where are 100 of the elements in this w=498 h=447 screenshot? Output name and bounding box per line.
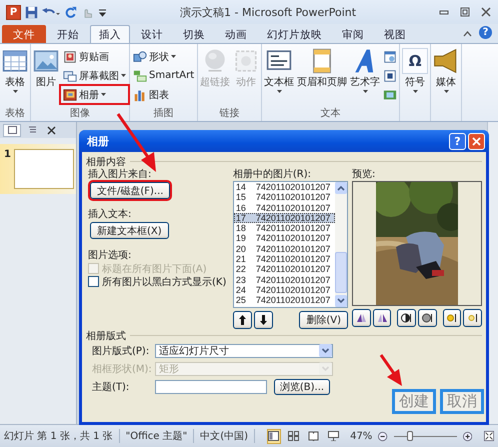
theme-name: "Office 主题"	[126, 430, 188, 443]
sun-icon	[467, 313, 478, 323]
reading-view-button[interactable]	[306, 428, 320, 444]
ribbon-button[interactable]: 图片	[32, 46, 60, 106]
ribbon-button[interactable]: 媒体	[432, 46, 460, 121]
group-label: 表格	[4, 106, 26, 121]
field-label: 图片选项:	[88, 249, 132, 262]
slide-thumbnail-row[interactable]: 1	[0, 144, 76, 194]
annotation-arrow	[380, 354, 402, 386]
list-label: 相册中的图片(R):	[232, 168, 312, 181]
app-logo[interactable]: P	[6, 4, 21, 20]
file-tab[interactable]: 文件	[2, 25, 46, 43]
picture-list-item[interactable]: 20 742011020101207	[234, 244, 335, 254]
ribbon-tab[interactable]: 切换	[174, 25, 214, 43]
collapse-ribbon-icon[interactable]	[463, 30, 472, 37]
file-disk-button[interactable]: 文件/磁盘(F)...	[90, 182, 170, 199]
picture-list-item[interactable]: 24 742011020101207	[234, 284, 335, 296]
ribbon-tab[interactable]: 插入	[90, 25, 130, 43]
close-icon[interactable]	[480, 6, 492, 18]
bar-chart-icon	[133, 88, 147, 102]
less-brightness-button[interactable]	[463, 309, 482, 327]
zoom-level[interactable]: 47%	[350, 430, 372, 442]
checkbox[interactable]	[88, 276, 99, 287]
more-brightness-button[interactable]	[442, 309, 462, 327]
picture-list-item[interactable]: 16 742011020101207	[234, 202, 335, 213]
scroll-up-icon[interactable]	[335, 182, 347, 194]
ribbon-button[interactable]: 艺术字	[349, 46, 382, 106]
omega-icon: Ω	[402, 48, 428, 74]
delete-button[interactable]: 删除(V)	[299, 311, 348, 329]
preview-label: 预览:	[352, 168, 376, 181]
picture-list-item[interactable]: 15 742011020101207	[234, 192, 335, 203]
move-down-button[interactable]	[254, 311, 273, 329]
scroll-thumb[interactable]	[335, 252, 347, 293]
sun-icon	[446, 313, 458, 323]
ribbon-tab[interactable]: 幻灯片放映	[258, 25, 331, 43]
scroll-down-icon[interactable]	[335, 295, 347, 307]
slide-sorter-button[interactable]	[286, 428, 301, 444]
ribbon-button[interactable]: 剪贴画	[61, 48, 128, 65]
text-field[interactable]	[155, 380, 267, 394]
zoom-out-icon[interactable]	[378, 430, 388, 442]
picture-list-item[interactable]: 19 742011020101207	[234, 233, 335, 244]
ribbon-tab[interactable]: 设计	[132, 25, 172, 43]
zoom-slider-thumb[interactable]	[406, 430, 413, 440]
picture-list-item[interactable]: 21 742011020101207	[234, 254, 335, 264]
slides-tab[interactable]	[3, 124, 21, 136]
close-button[interactable]	[468, 132, 485, 150]
smartart-icon	[133, 68, 147, 82]
ribbon-tab[interactable]: 审阅	[333, 25, 373, 43]
ribbon-button[interactable]: 图表	[131, 86, 196, 103]
picture-list-item[interactable]: 22 742011020101207	[234, 264, 335, 275]
ribbon-button[interactable]: 页眉和页脚	[296, 46, 348, 106]
more-contrast-button[interactable]	[397, 309, 416, 327]
maximize-icon[interactable]	[459, 6, 471, 18]
picture-list-item[interactable]: 14 742011020101207	[234, 182, 335, 192]
ribbon-button[interactable]: SmartArt	[131, 67, 196, 84]
rotate-left-button[interactable]	[352, 309, 371, 327]
scrollbar[interactable]	[335, 182, 347, 307]
redo-icon[interactable]	[64, 6, 77, 18]
normal-view-button[interactable]	[267, 428, 281, 444]
picture-list-item[interactable]: 18 742011020101207	[234, 223, 335, 234]
field-label: 插入文本:	[88, 208, 132, 221]
checkbox-label: 标题在所有图片下面(A)	[102, 262, 207, 276]
slide-thumbnail[interactable]	[14, 149, 74, 189]
ribbon-tab[interactable]: 视图	[375, 25, 415, 43]
field-label: 相框形状(M):	[92, 362, 152, 376]
action-icon	[233, 48, 260, 74]
checkbox-label: 所有图片以黑白方式显示(K)	[102, 276, 226, 288]
group-label: 插图	[152, 107, 175, 121]
calendar-icon	[383, 50, 398, 64]
dropdown-field[interactable]: 适应幻灯片尺寸	[155, 344, 333, 358]
ribbon-tab[interactable]: 开始	[48, 25, 88, 43]
ribbon-button[interactable]: Ω 符号	[401, 46, 430, 121]
caret-icon	[101, 93, 106, 96]
less-contrast-button[interactable]	[418, 309, 437, 327]
help-button[interactable]: ?	[449, 132, 466, 150]
move-up-button[interactable]	[232, 311, 252, 329]
caret-icon	[276, 90, 282, 93]
caret-icon	[412, 90, 418, 93]
slideshow-button[interactable]	[326, 428, 340, 444]
ribbon-button[interactable]: 表格	[1, 46, 29, 106]
up-arrow-icon	[238, 315, 246, 325]
ribbon-tab[interactable]: 动画	[216, 25, 256, 43]
save-icon[interactable]	[25, 6, 38, 18]
field-label: 图片版式(P):	[92, 344, 150, 358]
picture-list-item[interactable]: 23 742011020101207	[234, 274, 335, 285]
ribbon-button[interactable]: 屏幕截图	[61, 67, 128, 84]
picture-list-item[interactable]: 17 742011020101207	[234, 212, 335, 224]
ribbon-button[interactable]: 相册	[61, 86, 128, 103]
close-icon[interactable]	[47, 126, 56, 134]
new-text-box-button[interactable]: 新建文本框(X)	[90, 222, 169, 239]
ribbon-button[interactable]: 文本框	[263, 46, 296, 106]
dialog-title: 相册	[86, 134, 109, 148]
shapes-icon	[133, 50, 147, 64]
browse-button[interactable]: 浏览(B)...	[274, 378, 330, 394]
picture-list-item[interactable]: 25 742011020101207	[234, 295, 335, 306]
fit-to-window-icon[interactable]	[484, 430, 494, 442]
zoom-in-icon[interactable]	[462, 430, 472, 442]
ribbon-button[interactable]: 形状	[131, 48, 196, 65]
rotate-right-button[interactable]	[372, 309, 392, 327]
help-button[interactable]: ?	[479, 26, 492, 39]
